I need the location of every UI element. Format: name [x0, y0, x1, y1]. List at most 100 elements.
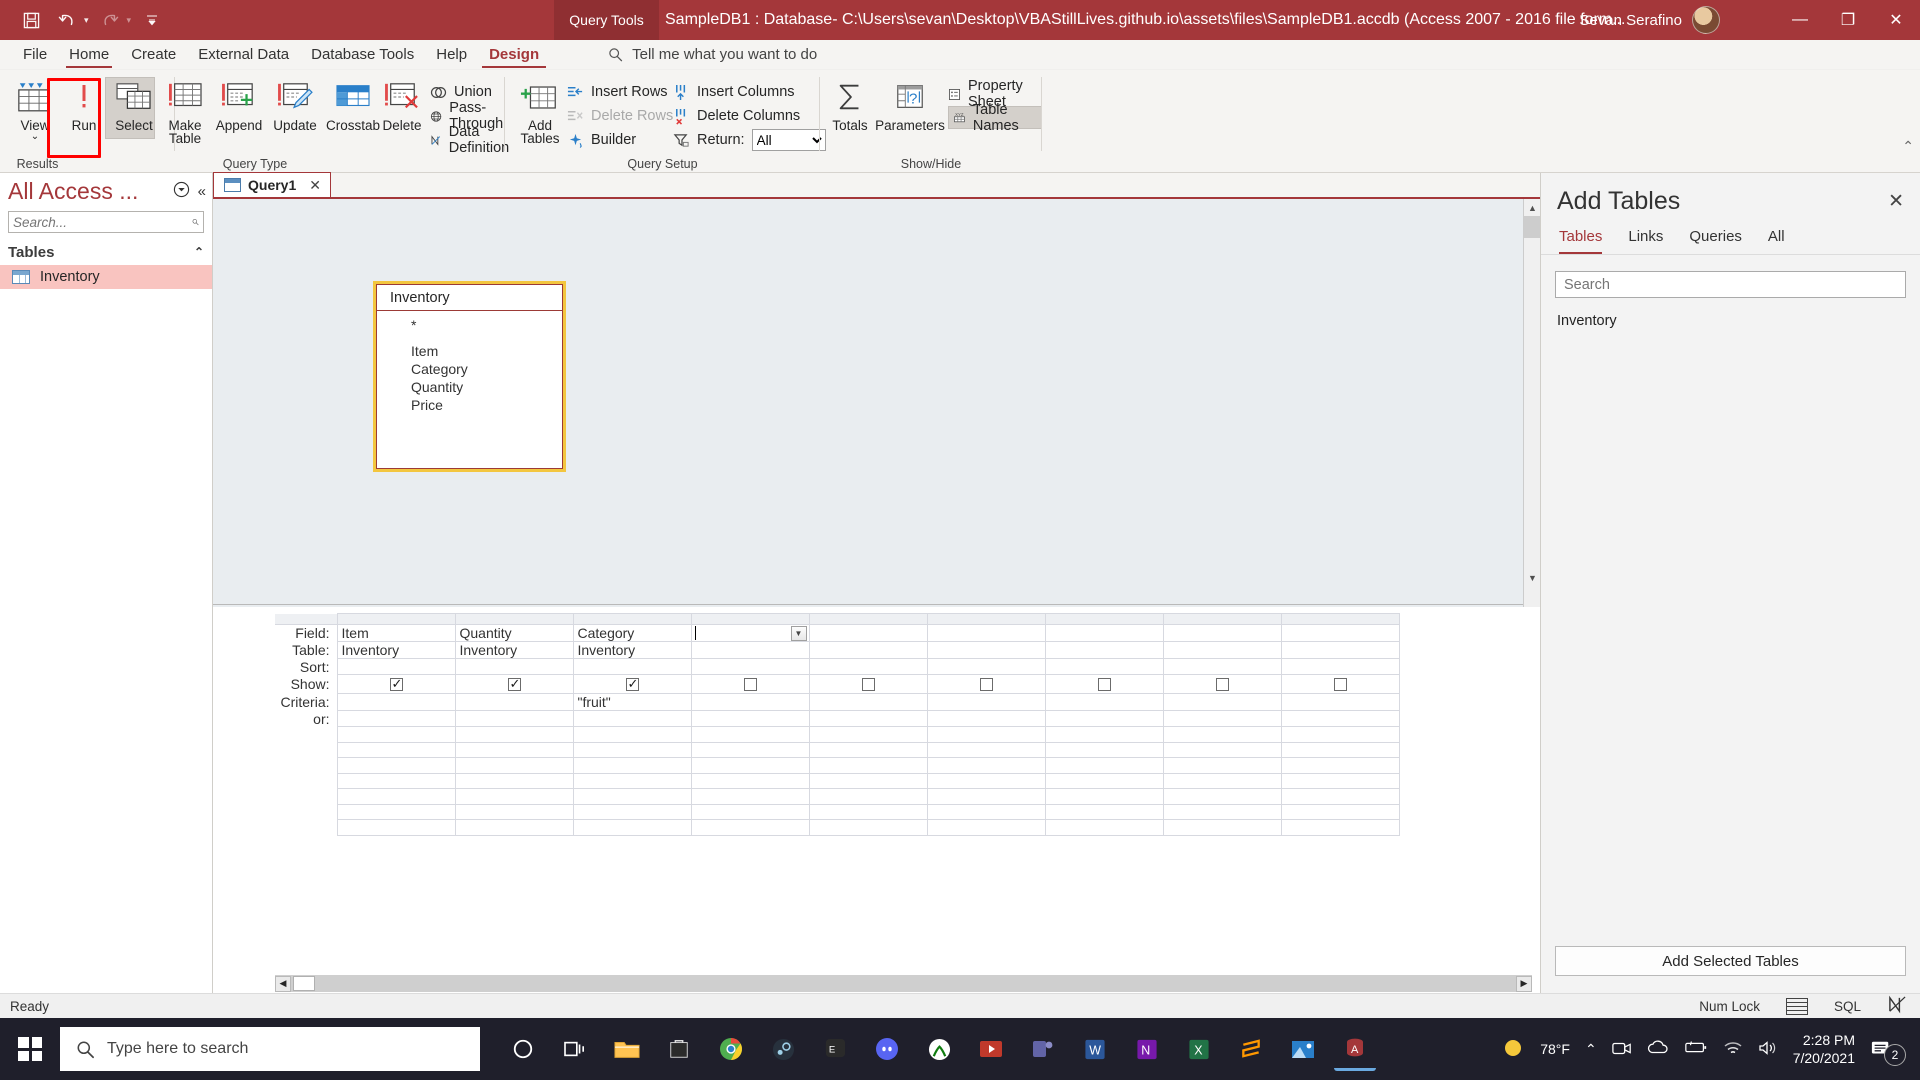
- task-view-icon[interactable]: [554, 1027, 596, 1071]
- sidebar-item-inventory[interactable]: Inventory: [0, 265, 212, 289]
- grid-cell-or-2[interactable]: [572, 710, 692, 727]
- grid-cell-blank-0-5[interactable]: [926, 726, 1046, 743]
- grid-column-selector[interactable]: [1280, 613, 1400, 625]
- show-checkbox[interactable]: [389, 676, 403, 692]
- minimize-button[interactable]: —: [1776, 0, 1824, 40]
- access-icon[interactable]: A: [1334, 1027, 1376, 1071]
- grid-cell-blank-1-7[interactable]: [1162, 741, 1282, 758]
- grid-cell-sort-5[interactable]: [926, 658, 1046, 675]
- nav-group-tables[interactable]: Tables ⌃: [0, 239, 212, 265]
- chevron-down-icon[interactable]: ▼: [790, 626, 807, 641]
- grid-cell-table-8[interactable]: [1280, 641, 1400, 659]
- grid-cell-blank-2-4[interactable]: [808, 757, 928, 774]
- onenote-icon[interactable]: N: [1126, 1027, 1168, 1071]
- view-dropdown-icon[interactable]: ⌄: [31, 132, 39, 142]
- grid-cell-field-0[interactable]: Item: [336, 624, 456, 642]
- grid-cell-blank-4-6[interactable]: [1044, 788, 1164, 805]
- delete-columns-button[interactable]: Delete Columns: [673, 104, 826, 128]
- grid-cell-show-5[interactable]: [926, 674, 1046, 694]
- grid-column-selector[interactable]: [926, 613, 1046, 625]
- tab-design[interactable]: Design: [478, 43, 550, 68]
- grid-cell-show-7[interactable]: [1162, 674, 1282, 694]
- grid-cell-blank-4-0[interactable]: [336, 788, 456, 805]
- taskbar-search-box[interactable]: Type here to search: [60, 1027, 480, 1071]
- sublime-icon[interactable]: [1230, 1027, 1272, 1071]
- grid-cell-blank-4-2[interactable]: [572, 788, 692, 805]
- totals-button[interactable]: Totals: [825, 70, 875, 132]
- camera-icon[interactable]: [1611, 1040, 1632, 1059]
- grid-cell-field-1[interactable]: Quantity: [454, 624, 574, 642]
- grid-cell-blank-3-4[interactable]: [808, 772, 928, 789]
- grid-cell-sort-1[interactable]: [454, 658, 574, 675]
- grid-cell-blank-3-3[interactable]: [690, 772, 810, 789]
- table-field-item[interactable]: Item: [411, 343, 562, 361]
- add-tables-button[interactable]: Add Tables: [511, 70, 569, 145]
- return-select[interactable]: All: [751, 129, 826, 151]
- list-item[interactable]: Inventory: [1541, 310, 1920, 332]
- grid-cell-blank-6-0[interactable]: [336, 819, 456, 836]
- grid-cell-blank-1-5[interactable]: [926, 741, 1046, 758]
- grid-cell-table-6[interactable]: [1044, 641, 1164, 659]
- grid-cell-blank-1-2[interactable]: [572, 741, 692, 758]
- table-field-quantity[interactable]: Quantity: [411, 379, 562, 397]
- grid-cell-blank-3-1[interactable]: [454, 772, 574, 789]
- photos-icon[interactable]: [1282, 1027, 1324, 1071]
- tab-file[interactable]: File: [12, 43, 58, 66]
- discord-icon[interactable]: [866, 1027, 908, 1071]
- chrome-icon[interactable]: [710, 1027, 752, 1071]
- grid-cell-blank-0-8[interactable]: [1280, 726, 1400, 743]
- cortana-icon[interactable]: [502, 1027, 544, 1071]
- taskbar-clock[interactable]: 2:28 PM 7/20/2021: [1793, 1031, 1855, 1067]
- grid-cell-blank-2-3[interactable]: [690, 757, 810, 774]
- excel-icon[interactable]: X: [1178, 1027, 1220, 1071]
- ribbon-collapse-icon[interactable]: ⌃: [1902, 138, 1914, 155]
- grid-cell-criteria-5[interactable]: [926, 693, 1046, 711]
- grid-cell-table-4[interactable]: [808, 641, 928, 659]
- grid-cell-or-3[interactable]: [690, 710, 810, 727]
- grid-cell-blank-0-0[interactable]: [336, 726, 456, 743]
- grid-cell-blank-5-0[interactable]: [336, 803, 456, 820]
- tab-external-data[interactable]: External Data: [187, 43, 300, 66]
- grid-cell-show-0[interactable]: [336, 674, 456, 694]
- chevron-up-icon[interactable]: ⌃: [194, 245, 204, 259]
- redo-icon[interactable]: [95, 6, 125, 34]
- undo-dropdown-icon[interactable]: ▾: [84, 15, 89, 26]
- grid-cell-blank-0-4[interactable]: [808, 726, 928, 743]
- select-button[interactable]: Select: [105, 70, 163, 132]
- grid-cell-blank-0-7[interactable]: [1162, 726, 1282, 743]
- grid-cell-criteria-8[interactable]: [1280, 693, 1400, 711]
- grid-cell-blank-5-5[interactable]: [926, 803, 1046, 820]
- grid-cell-blank-6-5[interactable]: [926, 819, 1046, 836]
- grid-cell-sort-7[interactable]: [1162, 658, 1282, 675]
- grid-cell-sort-0[interactable]: [336, 658, 456, 675]
- grid-cell-blank-1-3[interactable]: [690, 741, 810, 758]
- grid-cell-blank-5-3[interactable]: [690, 803, 810, 820]
- grid-cell-blank-4-7[interactable]: [1162, 788, 1282, 805]
- grid-cell-blank-4-3[interactable]: [690, 788, 810, 805]
- grid-cell-blank-3-5[interactable]: [926, 772, 1046, 789]
- grid-cell-blank-2-2[interactable]: [572, 757, 692, 774]
- tab-database-tools[interactable]: Database Tools: [300, 43, 425, 66]
- onedrive-icon[interactable]: [1647, 1040, 1669, 1058]
- grid-cell-blank-0-1[interactable]: [454, 726, 574, 743]
- grid-cell-or-0[interactable]: [336, 710, 456, 727]
- grid-cell-blank-3-8[interactable]: [1280, 772, 1400, 789]
- user-account[interactable]: Sevan Serafino: [1579, 0, 1720, 40]
- tell-me-box[interactable]: Tell me what you want to do: [608, 46, 817, 63]
- grid-cell-blank-1-1[interactable]: [454, 741, 574, 758]
- return-control[interactable]: Return: All: [673, 128, 826, 152]
- grid-cell-show-2[interactable]: [572, 674, 692, 694]
- show-checkbox[interactable]: [979, 677, 993, 691]
- tab-home[interactable]: Home: [58, 43, 120, 68]
- epic-games-icon[interactable]: E: [814, 1027, 856, 1071]
- grid-cell-show-4[interactable]: [808, 674, 928, 694]
- undo-icon[interactable]: [52, 6, 82, 34]
- weather-temp[interactable]: 78°F: [1540, 1041, 1570, 1057]
- close-icon[interactable]: ✕: [309, 177, 321, 194]
- grid-cell-blank-4-1[interactable]: [454, 788, 574, 805]
- teams-icon[interactable]: [1022, 1027, 1064, 1071]
- tab-help[interactable]: Help: [425, 43, 478, 66]
- grid-cell-field-5[interactable]: [926, 624, 1046, 642]
- grid-cell-or-6[interactable]: [1044, 710, 1164, 727]
- grid-cell-blank-0-2[interactable]: [572, 726, 692, 743]
